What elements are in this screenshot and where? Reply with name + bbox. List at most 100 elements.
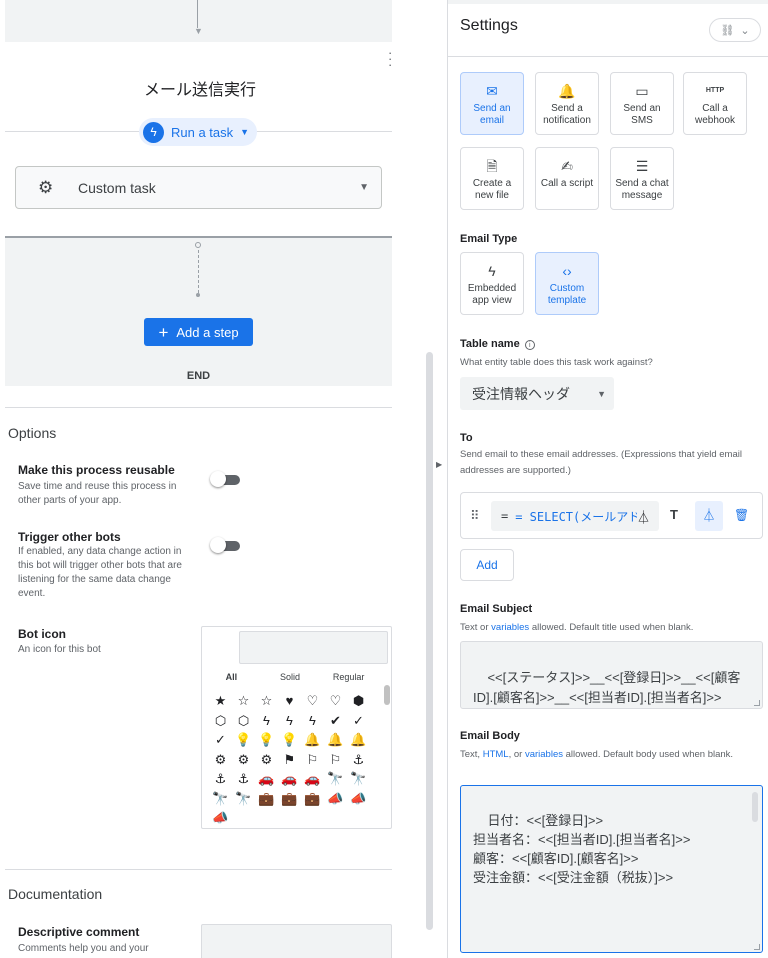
expression-mode-icon[interactable]: ⏃: [695, 501, 723, 531]
add-step-button[interactable]: + Add a step: [144, 318, 253, 346]
icon-option[interactable]: 💼: [255, 789, 278, 809]
icon-option[interactable]: ⚐: [301, 750, 324, 770]
icon-option[interactable]: 📣: [324, 789, 347, 809]
icon-picker-scrollbar[interactable]: [384, 685, 390, 705]
icon-option[interactable]: 🔭: [347, 769, 370, 789]
icon-tab-all[interactable]: All: [202, 672, 261, 682]
body-input[interactable]: 日付：<<[登録日]>> 担当者名：<<[担当者ID].[担当者名]>> 顧客：…: [460, 785, 763, 953]
help-text: Text or: [460, 622, 492, 633]
icon-option[interactable]: ♡: [324, 691, 347, 711]
icon-option[interactable]: ✓: [209, 730, 232, 750]
icon-option[interactable]: ⬡: [209, 711, 232, 731]
link-toggle-chip[interactable]: ⛓ ⌄: [709, 18, 761, 42]
icon-option[interactable]: ϟ: [255, 711, 278, 731]
icon-option[interactable]: 📣: [347, 789, 370, 809]
icon-option[interactable]: 💡: [255, 730, 278, 750]
divider: [5, 407, 392, 408]
body-label: Email Body: [460, 730, 520, 742]
resize-grip-icon[interactable]: [754, 944, 760, 950]
icon-option[interactable]: 📣: [209, 808, 232, 828]
icon-option[interactable]: ⚓: [232, 769, 255, 789]
tile-mail[interactable]: ✉ Send an email: [460, 72, 524, 135]
tile-sms[interactable]: ▭ Send an SMS: [610, 72, 674, 135]
icon-option[interactable]: ⚓: [209, 769, 232, 789]
trigger-bots-toggle[interactable]: [210, 537, 241, 553]
reusable-toggle[interactable]: [210, 471, 241, 487]
flow-connector-top: ▼: [5, 0, 392, 42]
resize-grip-icon[interactable]: [754, 700, 760, 706]
icon-option[interactable]: 🔔: [324, 730, 347, 750]
icon-option[interactable]: 🔔: [347, 730, 370, 750]
icon-option[interactable]: ⚐: [324, 750, 347, 770]
icon-option[interactable]: 💡: [232, 730, 255, 750]
icon-option[interactable]: 💼: [278, 789, 301, 809]
run-task-chip[interactable]: ϟ Run a task ▼: [139, 118, 257, 146]
icon-option[interactable]: ✔: [324, 711, 347, 731]
new-file-icon: 🗎: [486, 158, 498, 174]
icon-option[interactable]: 🔭: [324, 769, 347, 789]
icon-option[interactable]: ☆: [232, 691, 255, 711]
comment-input[interactable]: [201, 924, 392, 958]
icon-option[interactable]: ☆: [255, 691, 278, 711]
html-link[interactable]: HTML: [483, 749, 509, 760]
icon-option[interactable]: ⬢: [347, 691, 370, 711]
icon-option[interactable]: ♥: [278, 691, 301, 711]
help-text: allowed. Default body used when blank.: [562, 749, 734, 760]
drag-handle-icon[interactable]: ⠿: [470, 508, 479, 524]
expand-arrow-icon[interactable]: ▶: [436, 460, 442, 469]
tile-label: Call a script: [540, 178, 594, 189]
icon-option[interactable]: ⚓: [347, 750, 370, 770]
tile-bell[interactable]: 🔔 Send a notification: [535, 72, 599, 135]
to-expression-row: ⠿ = = SELECT(メールアド ⏃ T ⏃ 🗑: [460, 492, 763, 539]
icon-option[interactable]: 🔭: [209, 789, 232, 809]
email-type-code[interactable]: ‹› Custom template: [535, 252, 599, 315]
tile-chat[interactable]: ☰ Send a chat message: [610, 147, 674, 210]
add-recipient-button[interactable]: Add: [460, 549, 514, 581]
table-name-select[interactable]: 受注情報ヘッダ ▼: [460, 377, 614, 410]
left-panel-scrollbar[interactable]: [426, 352, 433, 930]
body-scrollbar[interactable]: [752, 792, 758, 822]
task-type-select[interactable]: ⚙ Custom task ▼: [15, 166, 382, 209]
icon-option[interactable]: 🔔: [301, 730, 324, 750]
icon-option[interactable]: ϟ: [278, 711, 301, 731]
bell-icon: 🔔: [558, 83, 576, 99]
email-type-bolt[interactable]: ϟ Embedded app view: [460, 252, 524, 315]
icon-option[interactable]: ⚙: [209, 750, 232, 770]
subject-input[interactable]: <<[ステータス]>>__<<[登録日]>>__<<[顧客ID].[顧客名]>>…: [460, 641, 763, 709]
tile-new-file[interactable]: 🗎 Create a new file: [460, 147, 524, 210]
icon-option[interactable]: ⬡: [232, 711, 255, 731]
icon-search-input[interactable]: [239, 631, 388, 664]
icon-option[interactable]: 🚗: [255, 769, 278, 789]
tile-http[interactable]: HTTP Call a webhook: [683, 72, 747, 135]
tile-label: Send a notification: [543, 103, 591, 126]
tile-script[interactable]: ✍ Call a script: [535, 147, 599, 210]
variables-link[interactable]: variables: [491, 622, 529, 633]
icon-tab-solid[interactable]: Solid: [261, 672, 320, 682]
text-mode-icon[interactable]: T: [670, 507, 678, 522]
flask-icon[interactable]: ⏃: [637, 507, 651, 526]
connector-dashed-line: [198, 250, 199, 293]
icon-tab-regular[interactable]: Regular: [319, 672, 378, 682]
icon-option[interactable]: 💡: [278, 730, 301, 750]
icon-picker[interactable]: All Solid Regular ★ ☆ ☆ ♥ ♡ ♡ ⬢ ⬡ ⬡ ϟ ϟ ϟ ✔ ✓ ✓ 💡 💡 💡 🔔 🔔 🔔 ⚙…: [201, 626, 392, 829]
icon-option[interactable]: 🔭: [232, 789, 255, 809]
icon-option[interactable]: ★: [209, 691, 232, 711]
variables-link[interactable]: variables: [525, 749, 563, 760]
step-title[interactable]: メール送信実行: [0, 76, 400, 100]
icon-option[interactable]: ⚑: [278, 750, 301, 770]
more-vert-icon[interactable]: · · ·: [388, 46, 392, 71]
info-icon[interactable]: i: [524, 340, 535, 350]
icon-option[interactable]: ✓: [347, 711, 370, 731]
icon-option[interactable]: 💼: [301, 789, 324, 809]
to-expression-input[interactable]: = = SELECT(メールアド: [491, 501, 659, 531]
reusable-description: Save time and reuse this process in othe…: [18, 481, 177, 506]
bolt-icon: ϟ: [143, 121, 164, 143]
equals-sign: =: [501, 509, 509, 523]
icon-option[interactable]: 🚗: [301, 769, 324, 789]
icon-option[interactable]: ⚙: [232, 750, 255, 770]
icon-option[interactable]: ♡: [301, 691, 324, 711]
icon-option[interactable]: ϟ: [301, 711, 324, 731]
icon-option[interactable]: ⚙: [255, 750, 278, 770]
icon-option[interactable]: 🚗: [278, 769, 301, 789]
delete-icon[interactable]: 🗑: [734, 508, 749, 522]
